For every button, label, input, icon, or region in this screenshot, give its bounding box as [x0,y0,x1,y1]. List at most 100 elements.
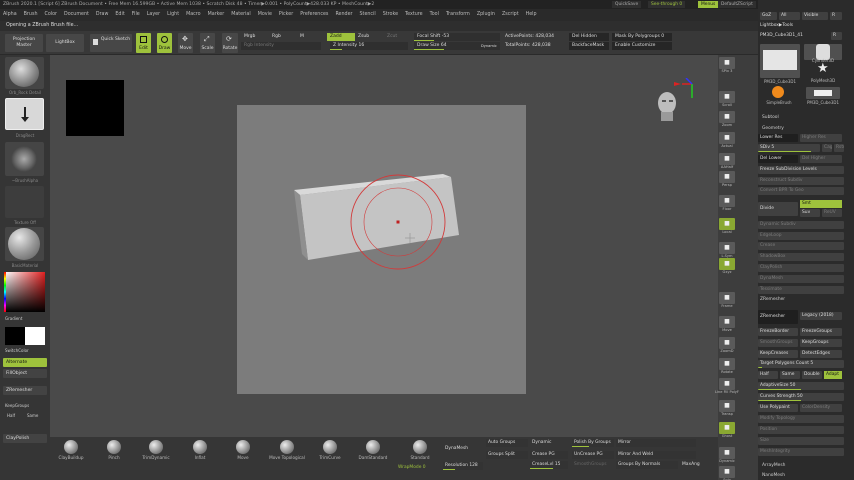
nanomesh-header[interactable]: NanoMesh [760,472,840,480]
see-through-slider[interactable]: See-through 0 [648,1,686,8]
same-button[interactable]: Same [780,371,800,379]
crease-button[interactable]: Crease [758,242,844,250]
brush-pinch-icon[interactable] [107,440,121,454]
menu-document[interactable]: Document [64,12,89,17]
adapt-button[interactable]: Adapt [824,371,842,379]
lightbox-tools-button[interactable]: Lightbox▶Tools [758,22,818,30]
menu-tool[interactable]: Tool [430,12,439,17]
move-button[interactable]: ✥ Move [178,33,193,53]
spix-icon[interactable]: ■ [719,57,735,69]
sdiv-button[interactable]: SDiv 5 [758,144,820,152]
freeze-border-button[interactable]: FreezeBorder [758,328,798,336]
convert-bpr-button[interactable]: Convert BPR To Geo [758,187,844,195]
projection-master-button[interactable]: Projection Master [5,34,43,52]
mrgb-toggle[interactable]: Mrgb [241,33,267,41]
brush-damstandard-icon[interactable] [366,440,380,454]
rstr-button[interactable]: Rstr [834,144,844,152]
half-button[interactable]: Half [7,413,23,418]
keep-groups-button[interactable]: KeepGroups [800,339,842,347]
rgb-intensity-slider[interactable]: Rgb Intensity [241,42,321,50]
switchcolor-button[interactable]: SwitchColor [5,348,53,353]
tool-thumb-simplebrush[interactable] [762,86,794,100]
hue-strip[interactable] [4,272,6,312]
dynamic-subdiv-button[interactable]: Dynamic Subdiv [758,221,844,229]
creaselvl-slider[interactable]: CreaseLvl 15 [530,461,568,469]
keepgroups-toggle[interactable]: KeepGroups [5,403,53,408]
scale-button[interactable]: ⤢ Scale [200,33,215,53]
meshintegrity-button[interactable]: MeshIntegrity [758,448,844,456]
zremesher-button[interactable]: ZRemesher [758,310,798,324]
auto-groups-button[interactable]: Auto Groups [486,439,528,447]
draw-button[interactable]: Draw [157,33,172,53]
move-icon[interactable]: ■ [719,316,735,328]
modify-topology-button[interactable]: Modify Topology [758,415,844,423]
gxyz-icon[interactable]: ■ [719,258,735,270]
divide-button[interactable]: Divide [758,202,798,216]
secondary-color-swatch[interactable] [5,327,25,345]
aahalf-icon[interactable]: ■ [719,153,735,165]
lower-res-button[interactable]: Lower Res [758,134,798,142]
all-button[interactable]: All [779,12,800,20]
menu-edit[interactable]: Edit [115,12,124,17]
frame-icon[interactable]: ■ [719,292,735,304]
menu-picker[interactable]: Picker [279,12,293,17]
alpha-selector[interactable] [5,142,44,176]
ghost-icon[interactable]: ■ [719,422,735,434]
viewport-scene[interactable] [237,105,526,394]
menu-zscript[interactable]: Zscript [502,12,519,17]
claypolish-button[interactable]: ClayPolish [758,264,844,272]
transp-icon[interactable]: ■ [719,400,735,412]
polyf-icon[interactable]: ■ [719,378,735,390]
texture-selector[interactable] [5,186,44,218]
edgeloop-button[interactable]: EdgeLoop [758,232,844,240]
smt-button[interactable]: Smt [800,200,842,208]
rgb-toggle[interactable]: Rgb [269,33,293,41]
dynamesh-button[interactable]: DynaMesh [758,275,844,283]
double-button[interactable]: Double [802,371,822,379]
menu-transform[interactable]: Transform [446,12,470,17]
menu-help[interactable]: Help [526,12,537,17]
menu-layer[interactable]: Layer [147,12,160,17]
dynamic-toggle[interactable]: Dynamic [530,439,568,447]
keep-creases-button[interactable]: KeepCreases [758,350,798,358]
lightbox-button[interactable]: LightBox [46,34,84,52]
crease-pg-button[interactable]: Crease PG [530,451,568,459]
main-color-swatch[interactable] [25,327,45,345]
groups-split-button[interactable]: Groups Split [486,451,528,459]
menu-macro[interactable]: Macro [186,12,201,17]
m-toggle[interactable]: M [297,33,311,41]
detect-edges-button[interactable]: DetectEdges [800,350,842,358]
mirror-button[interactable]: Mirror [616,439,696,447]
tessimate-button[interactable]: Tessimate [758,286,844,294]
resolution-slider[interactable]: Resolution 128 [443,462,483,470]
r2-button[interactable]: R [831,32,842,40]
menu-render[interactable]: Render [335,12,352,17]
stroke-selector[interactable] [5,98,44,130]
focal-shift-slider[interactable]: Focal Shift -53 [414,33,500,41]
material-selector[interactable] [5,227,44,261]
menu-preferences[interactable]: Preferences [300,12,328,17]
menus-toggle[interactable]: Menus [698,1,719,8]
menu-light[interactable]: Light [167,12,179,17]
brush-move-topological-icon[interactable] [280,440,294,454]
r-button[interactable]: R [830,12,842,20]
geometry-header[interactable]: Geometry [760,125,840,133]
dynamic-icon[interactable]: ■ [719,447,735,459]
zoom3d-icon[interactable]: ■ [719,337,735,349]
zremesher-button[interactable]: ZRemesher [3,386,47,395]
brush-claybuildup-icon[interactable] [64,440,78,454]
smoothgroups-slider[interactable]: SmoothGroups [572,461,614,469]
brush-trimdynamic-icon[interactable] [149,440,163,454]
fillobject-button[interactable]: FillObject [3,369,47,378]
curves-strength-button[interactable]: Curves Strength 50 [758,393,844,401]
goz-button[interactable]: GoZ [760,12,777,20]
backface-mask-button[interactable]: BackfaceMask [569,42,609,50]
use-polypaint-button[interactable]: Use Polypaint [758,404,798,412]
z-intensity-slider[interactable]: Z Intensity 16 [330,42,408,50]
floor-icon[interactable]: ■ [719,195,735,207]
brush-move-icon[interactable] [236,440,250,454]
half-button[interactable]: Half [758,371,778,379]
persp-icon[interactable]: ■ [719,171,735,183]
brush-inflat-icon[interactable] [193,440,207,454]
brush-standard-icon[interactable] [413,440,427,454]
